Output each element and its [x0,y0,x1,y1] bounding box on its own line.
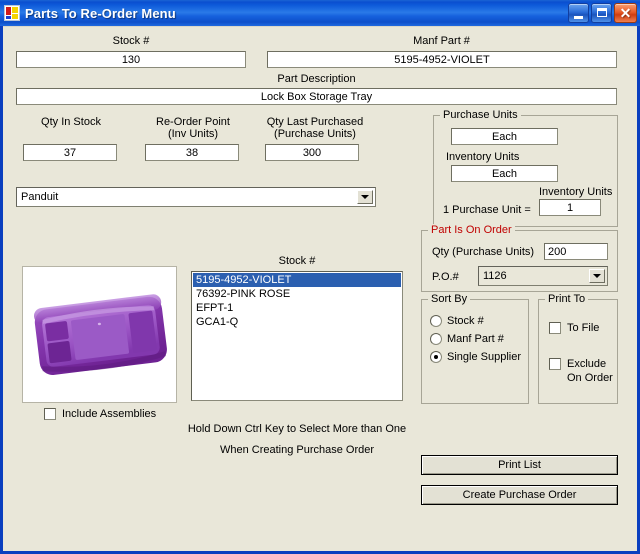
po-number-dropdown-value: 1126 [483,270,507,282]
close-button[interactable]: ✕ [614,3,637,23]
sort-by-option-stock-number[interactable]: Stock # [430,315,484,327]
window-title: Parts To Re-Order Menu [25,5,176,21]
inventory-units-field[interactable]: Each [451,165,558,182]
part-description-field[interactable]: Lock Box Storage Tray [16,88,617,105]
list-item[interactable]: EFPT-1 [193,301,401,315]
on-order-qty-field[interactable]: 200 [544,243,608,260]
qty-last-purchased-label-line2: (Purchase Units) [274,128,356,140]
conversion-units-label: Inventory Units [539,186,613,198]
supplier-dropdown[interactable]: Panduit [16,187,376,207]
print-to-group-title: Print To [545,293,589,305]
sort-by-group-title: Sort By [428,293,471,305]
include-assemblies-checkbox[interactable]: Include Assemblies [44,408,156,420]
list-item[interactable]: 76392-PINK ROSE [193,287,401,301]
on-order-qty-label: Qty (Purchase Units) [432,246,535,258]
minimize-button[interactable] [568,3,589,23]
manf-part-number-label: Manf Part # [413,35,470,47]
po-number-dropdown[interactable]: 1126 [478,266,608,286]
print-list-button[interactable]: Print List [421,455,618,475]
stock-list-hint-line2: When Creating Purchase Order [219,444,375,456]
print-to-file-label: To File [567,322,600,334]
qty-in-stock-label: Qty In Stock [41,116,101,128]
chevron-down-icon[interactable] [589,269,605,283]
part-description-label: Part Description [277,73,356,85]
vb-form-icon [4,5,20,21]
po-number-label: P.O.# [432,271,459,283]
close-icon: ✕ [619,5,632,21]
checkbox-icon [44,408,56,420]
form-client-area: Stock # 130 Manf Part # 5195-4952-VIOLET… [3,26,637,551]
radio-icon-selected [430,351,442,363]
stock-number-label: Stock # [112,35,150,47]
stock-number-field[interactable]: 130 [16,51,246,68]
sort-by-option-single-supplier[interactable]: Single Supplier [430,351,521,363]
part-is-on-order-group: Part Is On Order Qty (Purchase Units) 20… [421,224,618,292]
list-item[interactable]: 5195-4952-VIOLET [193,273,401,287]
radio-icon [430,333,442,345]
create-purchase-order-button[interactable]: Create Purchase Order [421,485,618,505]
stock-list-header-label: Stock # [278,255,316,267]
part-photo [22,266,177,403]
sort-by-option-label: Manf Part # [447,333,504,345]
chevron-down-icon[interactable] [357,190,373,204]
reorder-point-label-line1: Re-Order Point [156,116,230,128]
checkbox-icon [549,322,561,334]
supplier-dropdown-value: Panduit [21,191,59,203]
print-to-file-checkbox[interactable]: To File [549,322,599,334]
sort-by-group: Sort By Stock # Manf Part # Single Suppl… [421,293,529,404]
conversion-label: 1 Purchase Unit = [443,204,531,216]
qty-last-purchased-field[interactable]: 300 [265,144,359,161]
maximize-button[interactable] [591,3,612,23]
sort-by-option-label: Stock # [447,315,484,327]
qty-in-stock-field[interactable]: 37 [23,144,117,161]
stock-list[interactable]: 5195-4952-VIOLET 76392-PINK ROSE EFPT-1 … [191,271,403,401]
exclude-on-order-label: Exclude On Order [567,358,613,384]
parts-to-reorder-window: Parts To Re-Order Menu ✕ Stock # 130 Man… [0,0,640,554]
purple-storage-tray-image [23,267,176,402]
exclude-on-order-label-line1: Exclude [567,358,607,370]
purchase-units-field[interactable]: Each [451,128,558,145]
manf-part-number-field[interactable]: 5195-4952-VIOLET [267,51,617,68]
sort-by-option-label: Single Supplier [447,351,521,363]
window-controls: ✕ [566,3,637,23]
inventory-units-label: Inventory Units [446,151,520,163]
checkbox-icon [549,358,561,370]
purchase-units-group-title: Purchase Units [440,109,521,121]
conversion-value-field[interactable]: 1 [539,199,601,216]
print-to-group: Print To To File Exclude On Order [538,293,618,404]
exclude-on-order-checkbox[interactable]: Exclude On Order [549,358,613,384]
part-is-on-order-group-title: Part Is On Order [428,224,515,236]
reorder-point-field[interactable]: 38 [145,144,239,161]
stock-list-hint-line1: Hold Down Ctrl Key to Select More than O… [187,423,407,435]
title-bar: Parts To Re-Order Menu ✕ [0,0,640,26]
list-item[interactable]: GCA1-Q [193,315,401,329]
include-assemblies-label: Include Assemblies [62,408,157,420]
purchase-units-group: Purchase Units Each Inventory Units Each… [433,109,618,227]
exclude-on-order-label-line2: On Order [567,372,613,384]
qty-last-purchased-label-line1: Qty Last Purchased [266,116,364,128]
reorder-point-label-line2: (Inv Units) [167,128,219,140]
sort-by-option-manf-part-number[interactable]: Manf Part # [430,333,504,345]
radio-icon [430,315,442,327]
